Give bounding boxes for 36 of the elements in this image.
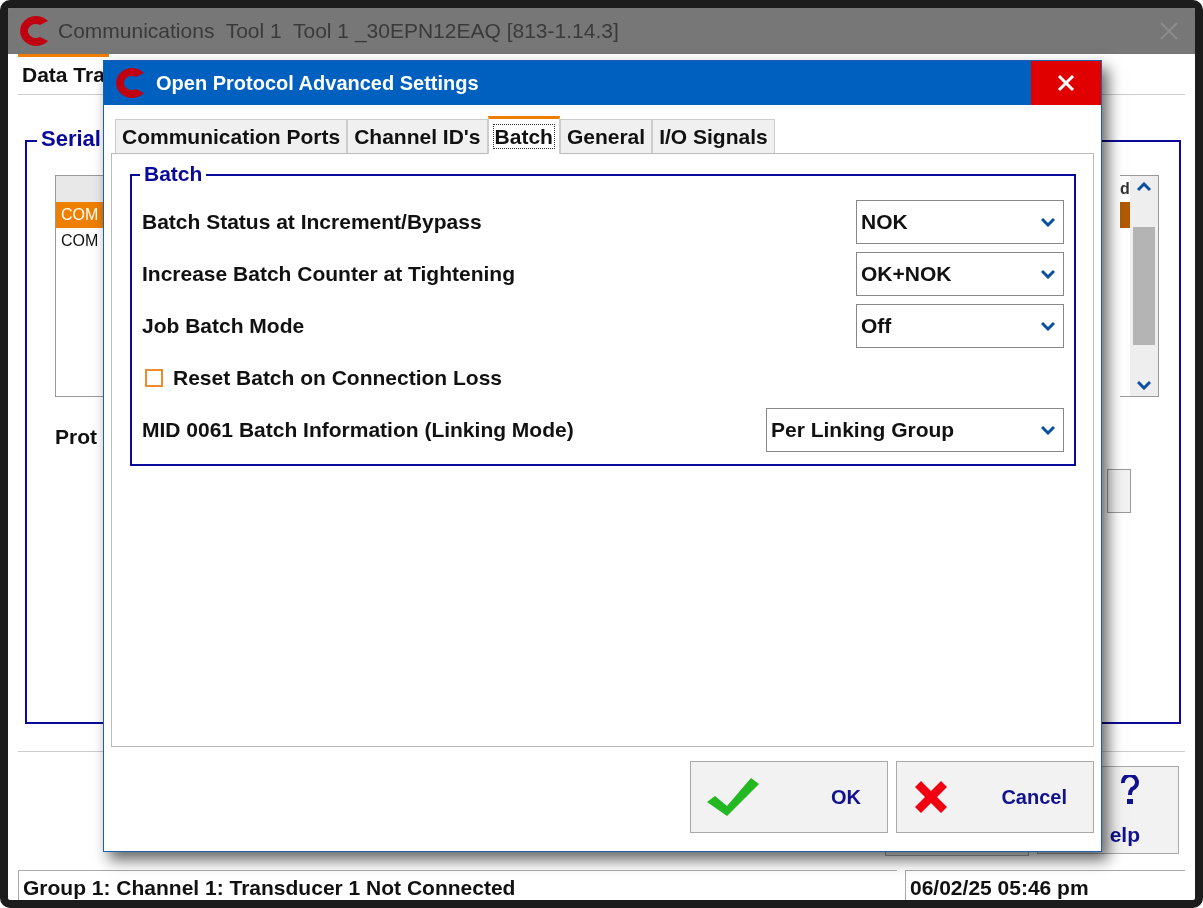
dropdown[interactable]: Per Linking Group xyxy=(766,408,1064,452)
chevron-down-icon xyxy=(1041,321,1055,331)
tab[interactable]: General xyxy=(559,119,653,153)
setting-label: Increase Batch Counter at Tightening xyxy=(142,262,515,286)
checkbox[interactable] xyxy=(145,369,163,387)
checkbox-label: Reset Batch on Connection Loss xyxy=(173,366,503,390)
help-icon xyxy=(1120,775,1140,805)
scrollbar[interactable] xyxy=(1130,176,1158,396)
close-icon xyxy=(1057,74,1075,92)
checkmark-icon xyxy=(705,776,761,818)
status-message: Group 1: Channel 1: Transducer 1 Not Connected xyxy=(18,870,897,900)
chevron-down-icon xyxy=(1041,217,1055,227)
dropdown[interactable]: OK+NOK xyxy=(856,252,1064,296)
cancel-button[interactable]: Cancel xyxy=(896,761,1094,833)
field-label: Prot xyxy=(55,425,97,449)
chevron-down-icon xyxy=(1041,269,1055,279)
tab[interactable]: Channel ID's xyxy=(347,119,488,153)
chevron-up-icon xyxy=(1137,182,1151,192)
dropdown[interactable]: Off xyxy=(856,304,1064,348)
setting-label: Batch Status at Increment/Bypass xyxy=(142,210,482,234)
close-button[interactable] xyxy=(1031,61,1101,105)
tab[interactable]: Communication Ports xyxy=(115,119,348,153)
dropdown[interactable]: NOK xyxy=(856,200,1064,244)
field-box xyxy=(1107,469,1131,513)
setting-label: Job Batch Mode xyxy=(142,314,305,338)
chevron-down-icon xyxy=(1041,425,1055,435)
dialog-title: Open Protocol Advanced Settings xyxy=(156,71,479,95)
setting-label: MID 0061 Batch Information (Linking Mode) xyxy=(142,418,574,442)
column-header: d xyxy=(1120,179,1130,199)
ok-button[interactable]: OK xyxy=(690,761,888,833)
chevron-down-icon xyxy=(1137,380,1151,390)
list-cell xyxy=(1120,202,1130,228)
status-datetime: 06/02/25 05:46 pm xyxy=(905,870,1185,900)
tab[interactable]: I/O Signals xyxy=(652,119,775,153)
tab[interactable]: Batch xyxy=(487,116,560,154)
window-title: Communications Tool 1 Tool 1 _30EPN12EAQ [813-1.14.3] xyxy=(58,19,619,43)
